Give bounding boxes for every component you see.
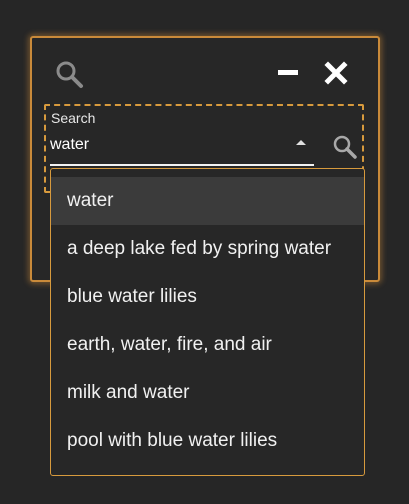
dropdown-option[interactable]: blue water lilies — [51, 273, 364, 321]
search-icon[interactable] — [54, 59, 84, 89]
search-input[interactable] — [50, 134, 288, 156]
search-icon[interactable] — [332, 134, 358, 160]
input-underline — [50, 164, 314, 166]
dropdown-menu: water a deep lake fed by spring water bl… — [50, 168, 365, 476]
dropdown-option[interactable]: a deep lake fed by spring water — [51, 225, 364, 273]
dropdown-option[interactable]: pool with blue water lilies — [51, 417, 364, 465]
search-field-label: Search — [51, 110, 96, 126]
close-icon[interactable] — [323, 60, 349, 86]
minimize-icon[interactable] — [276, 68, 300, 78]
dropdown-option[interactable]: earth, water, fire, and air — [51, 321, 364, 369]
dropdown-option[interactable]: water — [51, 177, 364, 225]
chevron-up-icon[interactable] — [294, 138, 308, 148]
dropdown-option[interactable]: milk and water — [51, 369, 364, 417]
